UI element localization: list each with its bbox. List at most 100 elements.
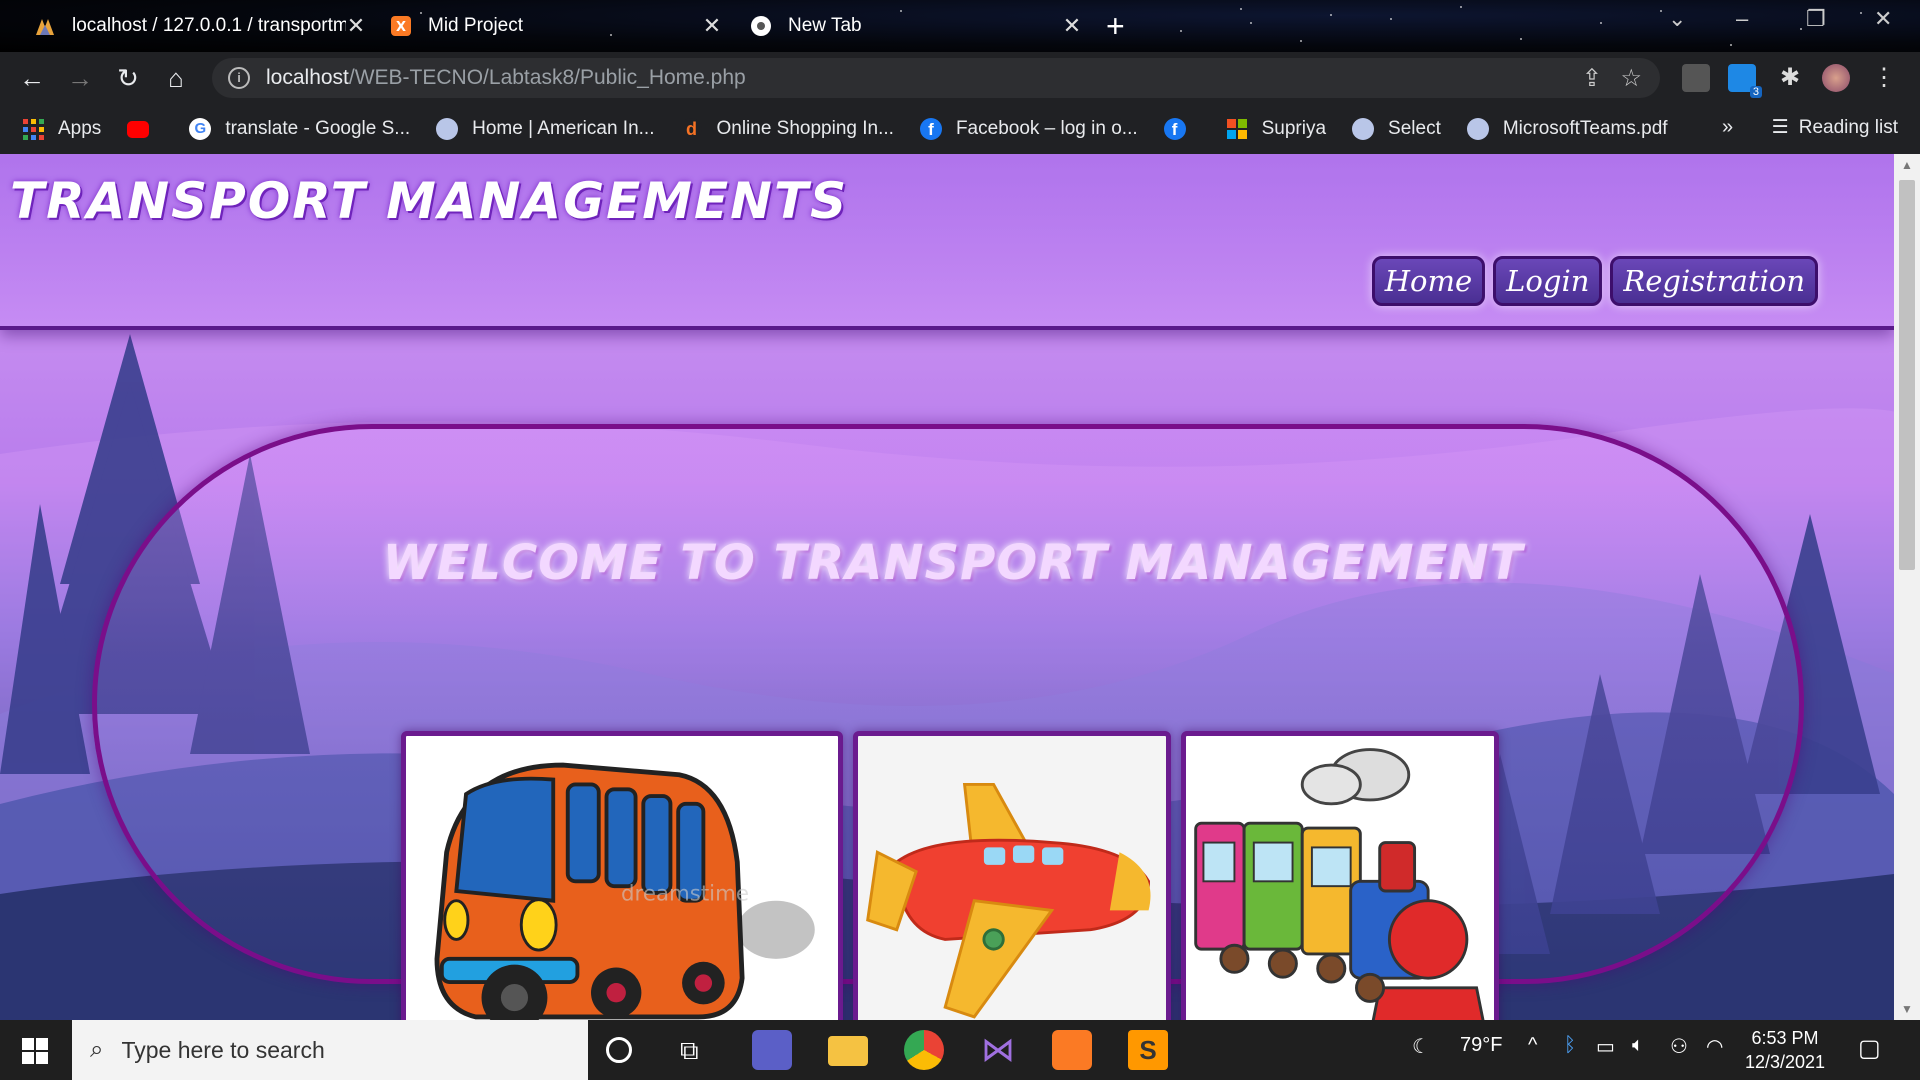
bookmark-apps[interactable]: Apps <box>22 118 101 140</box>
puzzle-extensions-icon[interactable]: ✱ <box>1776 64 1804 92</box>
bookmark-american[interactable]: Home | American In... <box>436 118 654 140</box>
volume-icon[interactable]: 🔈︎ <box>1632 1034 1644 1057</box>
train-image <box>1181 731 1499 1020</box>
bookmark-star-icon[interactable]: ☆ <box>1620 64 1642 93</box>
bus-illustration: dreamstime <box>434 762 815 1020</box>
wifi-icon[interactable]: ◠ <box>1706 1034 1723 1059</box>
new-tab-button[interactable]: + <box>1106 8 1125 45</box>
teams-icon[interactable] <box>752 1030 792 1070</box>
scrollbar-thumb[interactable] <box>1899 180 1915 570</box>
airplane-image <box>853 731 1171 1020</box>
scroll-down-icon[interactable]: ▼ <box>1894 1002 1920 1016</box>
bookmark-label: Supriya <box>1261 118 1327 139</box>
bookmark-facebook-2[interactable]: f <box>1163 118 1200 140</box>
teams-tray-icon[interactable]: ⚇ <box>1670 1034 1688 1059</box>
xampp-icon: X <box>391 16 411 36</box>
microsoft-icon <box>1226 119 1247 139</box>
watermark-text: dreamstime <box>621 882 749 907</box>
file-explorer-icon[interactable] <box>828 1036 868 1066</box>
restore-icon[interactable]: ❐ <box>1806 6 1826 32</box>
windows-start-icon[interactable] <box>22 1038 48 1064</box>
tab-new-tab[interactable]: New Tab ✕ <box>736 8 1096 44</box>
share-icon[interactable]: ⇪ <box>1582 64 1602 93</box>
tab-mid-project[interactable]: X Mid Project ✕ <box>376 8 736 44</box>
taskbar-clock[interactable]: 6:53 PM 12/3/2021 <box>1730 1026 1840 1074</box>
reading-list-button[interactable]: ☰ Reading list <box>1772 116 1898 139</box>
close-icon[interactable]: ✕ <box>1062 13 1082 39</box>
notification-icon[interactable]: ▢ <box>1858 1034 1881 1063</box>
reading-list-icon: ☰ <box>1771 117 1789 138</box>
sublime-text-icon[interactable]: S <box>1128 1030 1168 1070</box>
extension-badge: 3 <box>1749 86 1762 98</box>
bookmark-teams-pdf[interactable]: MicrosoftTeams.pdf <box>1466 118 1668 140</box>
browser-toolbar: ← → ↻ ⌂ i localhost/WEB-TECNO/Labtask8/P… <box>0 52 1920 104</box>
bookmark-youtube[interactable] <box>127 120 163 138</box>
extension-s-icon[interactable]: 3 <box>1728 64 1762 98</box>
site-nav: Home Login Registration <box>1371 256 1818 306</box>
youtube-icon <box>127 120 150 138</box>
nav-registration-link[interactable]: Registration <box>1610 256 1818 306</box>
search-icon: ⌕ <box>90 1036 104 1063</box>
more-bookmarks-icon[interactable]: » <box>1722 116 1733 139</box>
minimize-icon[interactable]: – <box>1736 6 1748 32</box>
task-view-icon[interactable]: ⧉ <box>680 1030 720 1070</box>
bookmark-label: Online Shopping In... <box>716 118 894 139</box>
reload-icon[interactable]: ↻ <box>112 62 144 94</box>
welcome-capsule: WELCOME TO TRANSPORT MANAGEMENT dreamsti… <box>92 424 1804 1020</box>
tab-title: localhost / 127.0.0.1 / transportm <box>72 15 346 36</box>
weather-temp[interactable]: 79°F <box>1460 1034 1502 1057</box>
clock-date: 12/3/2021 <box>1744 1052 1826 1072</box>
train-illustration <box>1194 748 1485 1020</box>
bookmark-supriya[interactable]: Supriya <box>1226 118 1326 140</box>
cortana-icon[interactable] <box>606 1037 632 1063</box>
phpmyadmin-icon <box>36 19 54 35</box>
nav-home-link[interactable]: Home <box>1371 256 1486 306</box>
visual-studio-icon[interactable]: ⋈ <box>978 1030 1018 1070</box>
clock-time: 6:53 PM <box>1751 1028 1819 1048</box>
daraz-icon: d <box>680 118 703 140</box>
tray-chevron-icon[interactable]: ^ <box>1528 1034 1537 1057</box>
svg-text:X: X <box>396 20 406 35</box>
bookmark-label: translate - Google S... <box>225 118 411 139</box>
weather-moon-icon[interactable]: ☾ <box>1412 1034 1430 1059</box>
menu-kebab-icon[interactable]: ⋮ <box>1870 64 1898 92</box>
close-icon[interactable]: ✕ <box>346 13 366 39</box>
taskbar-search-box[interactable]: ⌕ Type here to search <box>72 1020 588 1080</box>
chrome-taskbar-icon[interactable] <box>904 1030 944 1070</box>
scroll-up-icon[interactable]: ▲ <box>1894 158 1920 172</box>
bluetooth-icon[interactable]: ᛒ <box>1564 1034 1576 1057</box>
extension-icon[interactable] <box>1682 64 1710 92</box>
welcome-heading: WELCOME TO TRANSPORT MANAGEMENT <box>382 535 1524 591</box>
nav-login-link[interactable]: Login <box>1493 256 1603 306</box>
close-window-icon[interactable]: ✕ <box>1874 6 1892 32</box>
address-bar[interactable]: i localhost/WEB-TECNO/Labtask8/Public_Ho… <box>212 58 1660 98</box>
tab-search-icon[interactable]: ⌄ <box>1668 6 1686 32</box>
windows-taskbar: ⌕ Type here to search ⧉ ⋈ S ☾ 79°F ^ ᛒ ▭… <box>0 1020 1920 1080</box>
google-icon: G <box>189 118 212 140</box>
bookmark-facebook[interactable]: f Facebook – log in o... <box>919 118 1138 140</box>
xampp-taskbar-icon[interactable] <box>1052 1030 1092 1070</box>
site-brand-title: TRANSPORT MANAGEMENTS <box>10 172 849 230</box>
back-icon[interactable]: ← <box>16 62 48 94</box>
site-icon <box>1466 118 1489 140</box>
chrome-icon <box>751 16 771 36</box>
battery-icon[interactable]: ▭ <box>1596 1034 1615 1059</box>
site-header: TRANSPORT MANAGEMENTS Home Login Registr… <box>0 154 1894 330</box>
url-host: localhost <box>266 66 349 89</box>
profile-avatar[interactable] <box>1822 64 1850 92</box>
tab-phpmyadmin[interactable]: localhost / 127.0.0.1 / transportm ✕ <box>20 8 380 44</box>
site-info-icon[interactable]: i <box>228 67 250 89</box>
airplane-illustration <box>866 783 1151 1019</box>
site-icon <box>436 118 459 140</box>
bookmark-shopping[interactable]: d Online Shopping In... <box>680 118 894 140</box>
tab-title: Mid Project <box>428 15 524 36</box>
tab-title: New Tab <box>788 15 862 36</box>
web-page: TRANSPORT MANAGEMENTS Home Login Registr… <box>0 154 1894 1020</box>
bookmark-select[interactable]: Select <box>1352 118 1441 140</box>
forward-icon[interactable]: → <box>64 62 96 94</box>
home-icon[interactable]: ⌂ <box>160 62 192 94</box>
bookmark-translate[interactable]: G translate - Google S... <box>189 118 410 140</box>
bookmark-label: Home | American In... <box>472 118 655 139</box>
page-scrollbar[interactable]: ▲ ▼ <box>1894 154 1920 1020</box>
close-icon[interactable]: ✕ <box>702 13 722 39</box>
